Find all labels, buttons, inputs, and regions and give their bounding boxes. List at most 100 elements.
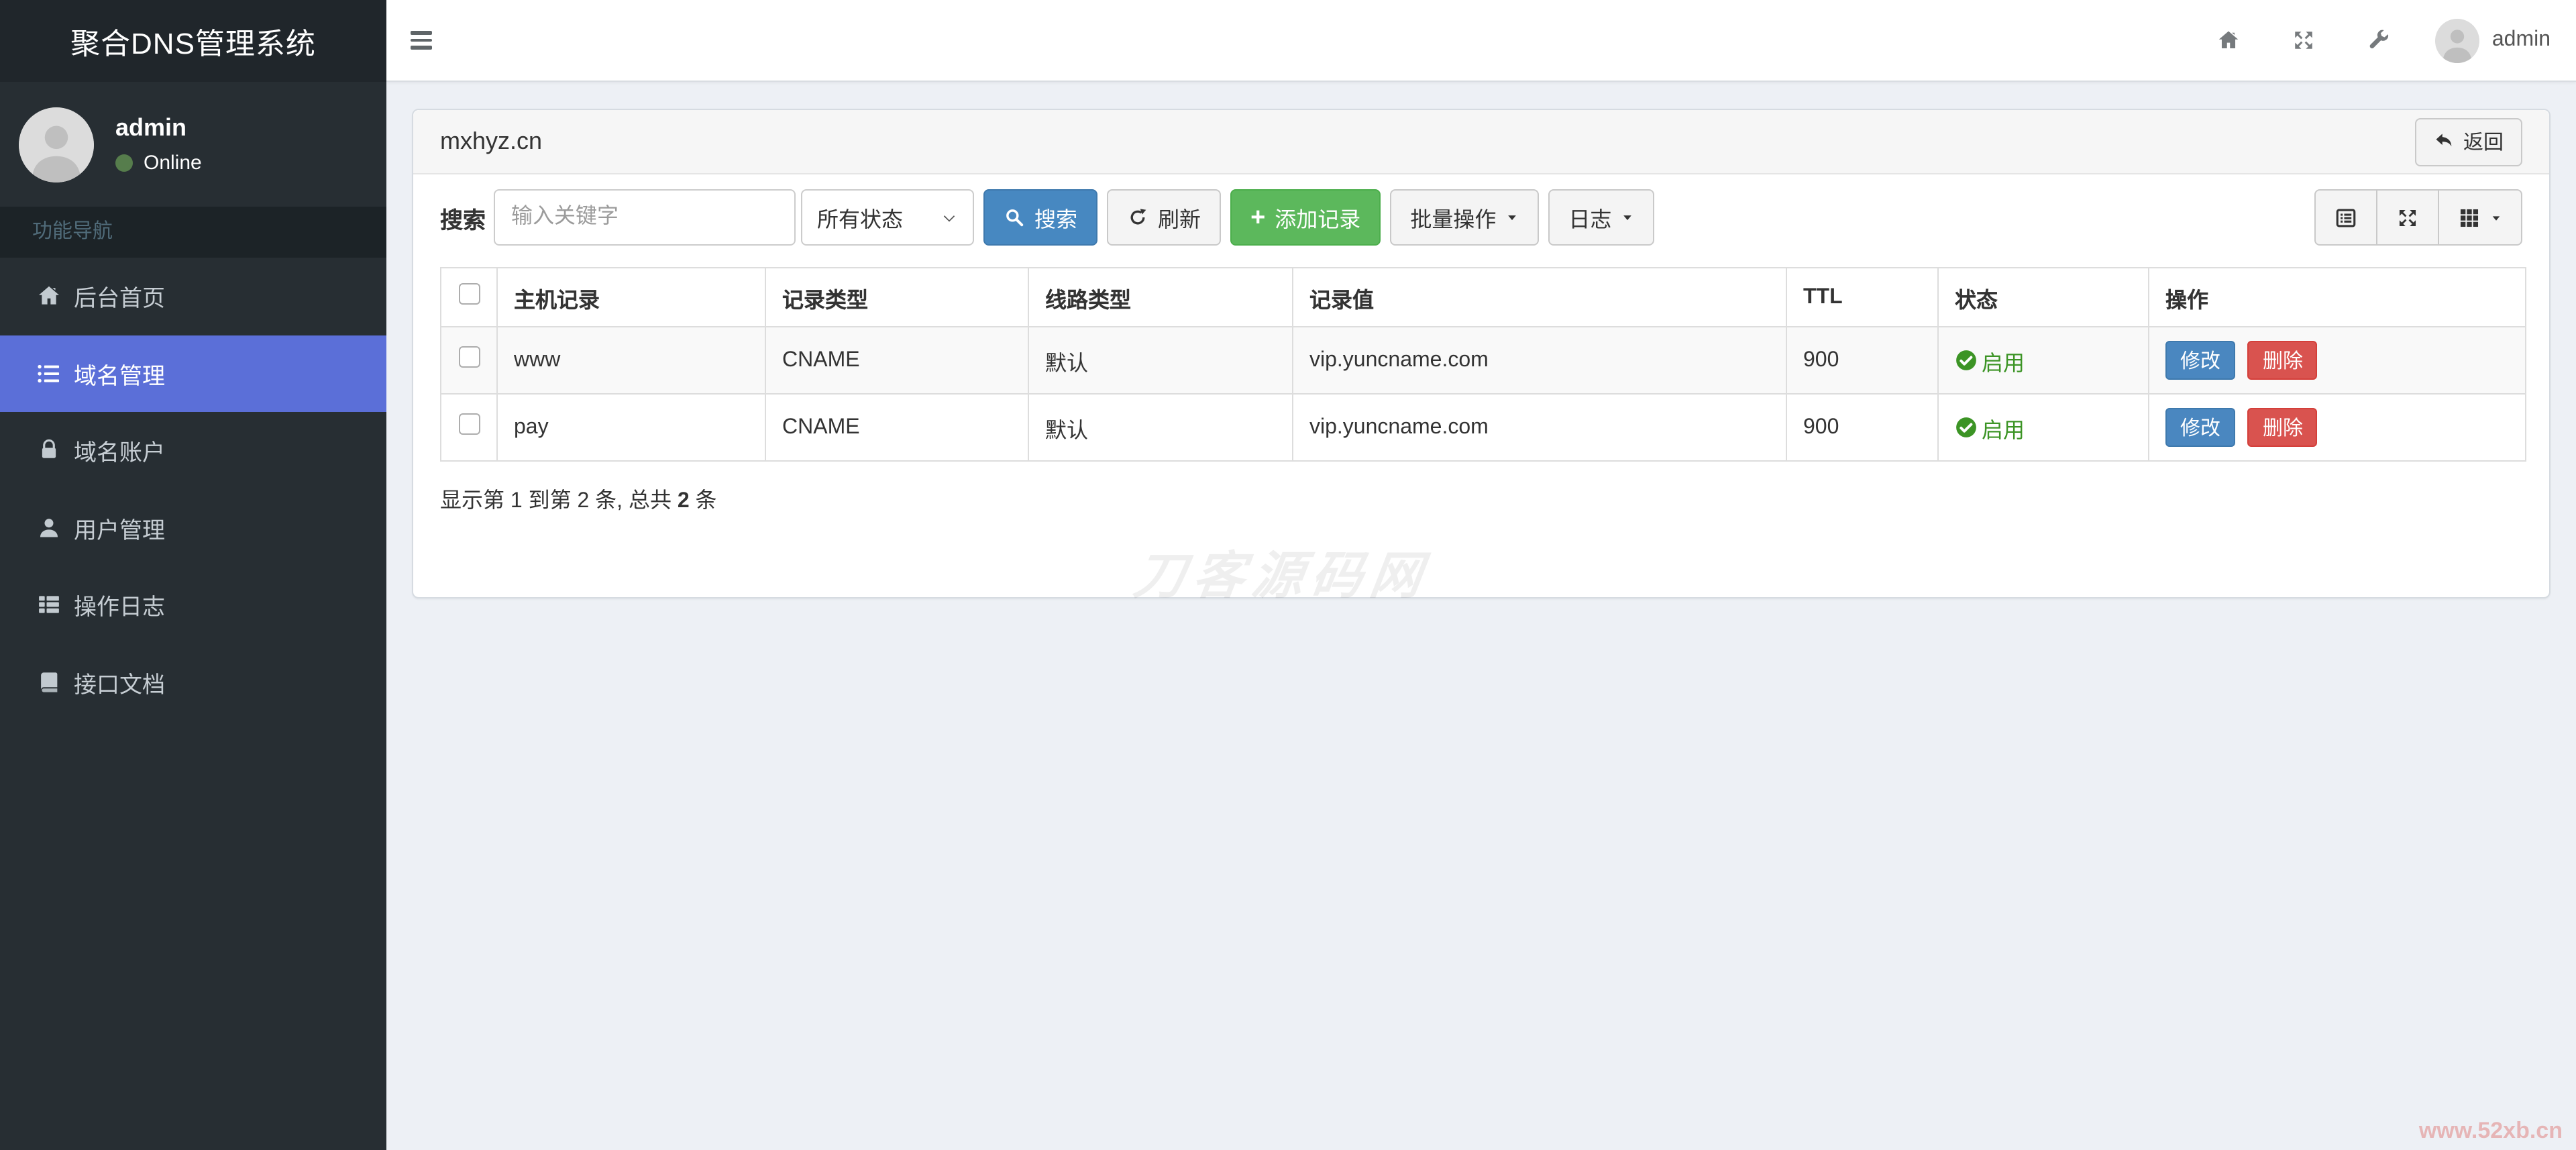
delete-record-button[interactable]: 删除	[2247, 341, 2318, 380]
cell-line: 默认	[1028, 393, 1293, 462]
home-nav-button[interactable]	[2192, 0, 2267, 81]
col-status: 状态	[1937, 267, 2149, 327]
avatar	[19, 107, 94, 182]
sidebar-item-user-manage[interactable]: 用户管理	[0, 489, 386, 566]
page-title: mxhyz.cn	[440, 127, 543, 154]
log-dropdown[interactable]: 日志	[1548, 189, 1655, 246]
search-icon	[1004, 207, 1025, 228]
cell-line: 默认	[1028, 326, 1293, 395]
avatar	[2435, 18, 2480, 62]
batch-actions-dropdown[interactable]: 批量操作	[1390, 189, 1540, 246]
sidebar-item-domain-account[interactable]: 域名账户	[0, 412, 386, 489]
columns-dropdown-button[interactable]	[2439, 189, 2522, 246]
caret-down-icon	[1621, 211, 1634, 224]
col-value: 记录值	[1292, 267, 1787, 327]
row-checkbox[interactable]	[458, 413, 480, 435]
sidebar-item-dashboard[interactable]: 后台首页	[0, 258, 386, 335]
content-area: mxhyz.cn 返回 搜索 所有状态 搜索	[386, 82, 2576, 1150]
sidebar-section-header: 功能导航	[0, 207, 386, 258]
records-toolbar: 搜索 所有状态 搜索 刷新 +	[440, 189, 2522, 246]
back-button[interactable]: 返回	[2414, 117, 2522, 166]
user-meta: admin Online	[115, 114, 202, 174]
columns-grid-icon	[2458, 206, 2481, 229]
cell-ttl: 900	[1786, 326, 1939, 395]
delete-record-button[interactable]: 删除	[2247, 408, 2318, 447]
plus-icon: +	[1250, 203, 1266, 231]
sidebar-toggle-button[interactable]	[411, 23, 445, 58]
pagination-info: 显示第 1 到第 2 条, 总共 2 条	[440, 490, 717, 513]
fullscreen-nav-button[interactable]	[2267, 0, 2342, 81]
col-actions: 操作	[2148, 267, 2526, 327]
col-host: 主机记录	[496, 267, 766, 327]
row-checkbox[interactable]	[458, 346, 480, 368]
table-row: www CNAME 默认 vip.yuncname.com 900 启用 修改 …	[440, 326, 2526, 395]
sidebar-item-domain-manage[interactable]: 域名管理	[0, 335, 386, 412]
table-row: pay CNAME 默认 vip.yuncname.com 900 启用 修改 …	[440, 393, 2526, 462]
search-button[interactable]: 搜索	[983, 189, 1098, 246]
caret-down-icon	[2490, 211, 2502, 223]
user-name: admin	[115, 114, 187, 141]
add-record-button[interactable]: + 添加记录	[1230, 189, 1381, 246]
cell-value: vip.yuncname.com	[1292, 393, 1787, 462]
top-navbar: admin	[386, 0, 2576, 82]
fullscreen-icon	[2292, 28, 2316, 52]
cell-host: pay	[496, 393, 766, 462]
check-circle-icon	[1955, 416, 1978, 439]
refresh-button[interactable]: 刷新	[1107, 189, 1222, 246]
caret-down-icon	[1505, 211, 1519, 224]
list-icon	[35, 360, 62, 387]
domain-records-panel: mxhyz.cn 返回 搜索 所有状态 搜索	[412, 109, 2551, 598]
sidebar-item-operation-log[interactable]: 操作日志	[0, 566, 386, 643]
book-icon	[35, 669, 62, 696]
sidebar-menu: 后台首页 域名管理 域名账户 用户管理 操作日志 接口文档	[0, 258, 386, 721]
cell-value: vip.yuncname.com	[1292, 326, 1787, 395]
panel-body: 搜索 所有状态 搜索 刷新 +	[413, 174, 2549, 514]
detail-view-icon	[2334, 206, 2357, 229]
cell-type: CNAME	[765, 393, 1029, 462]
cell-host: www	[496, 326, 766, 395]
app-window: 聚合DNS管理系统 admin Online 功能导航 后台首页 域名管理 域名…	[0, 0, 2576, 1150]
col-type: 记录类型	[765, 267, 1029, 327]
sidebar-item-api-docs[interactable]: 接口文档	[0, 643, 386, 721]
home-icon	[2217, 28, 2241, 52]
th-list-icon	[35, 592, 62, 619]
edit-record-button[interactable]: 修改	[2165, 341, 2236, 380]
lock-icon	[35, 437, 62, 464]
settings-nav-button[interactable]	[2342, 0, 2417, 81]
edit-record-button[interactable]: 修改	[2165, 408, 2236, 447]
app-logo[interactable]: 聚合DNS管理系统	[0, 0, 386, 82]
sidebar: 聚合DNS管理系统 admin Online 功能导航 后台首页 域名管理 域名…	[0, 0, 386, 1150]
status-badge: 启用	[1955, 411, 2147, 443]
app-title: 聚合DNS管理系统	[70, 26, 316, 60]
online-label: Online	[144, 152, 202, 174]
search-input[interactable]	[494, 189, 796, 246]
dns-records-table: 主机记录 记录类型 线路类型 记录值 TTL 状态 操作 www CNAME 默…	[440, 267, 2526, 462]
col-ttl: TTL	[1786, 267, 1939, 327]
detail-view-button[interactable]	[2314, 189, 2377, 246]
online-dot-icon	[115, 154, 133, 172]
user-status: Online	[115, 152, 202, 174]
sidebar-user-panel: admin Online	[0, 82, 386, 207]
user-icon	[35, 515, 62, 541]
table-header-row: 主机记录 记录类型 线路类型 记录值 TTL 状态 操作	[440, 267, 2526, 327]
user-menu[interactable]: admin	[2417, 18, 2551, 62]
chevron-down-icon	[941, 209, 958, 226]
select-all-checkbox[interactable]	[458, 283, 480, 305]
col-line: 线路类型	[1028, 267, 1293, 327]
refresh-icon	[1127, 207, 1148, 228]
home-icon	[35, 283, 62, 310]
status-badge: 启用	[1955, 344, 2147, 376]
panel-header: mxhyz.cn 返回	[413, 110, 2549, 174]
table-fullscreen-button[interactable]	[2377, 189, 2439, 246]
cell-type: CNAME	[765, 326, 1029, 395]
navbar-right: admin	[2192, 0, 2576, 81]
cell-ttl: 900	[1786, 393, 1939, 462]
navbar-user-name: admin	[2491, 28, 2551, 51]
fullscreen-icon	[2396, 206, 2419, 229]
status-filter-select[interactable]: 所有状态	[801, 189, 974, 246]
table-view-button-group	[2314, 189, 2522, 246]
check-circle-icon	[1955, 349, 1978, 372]
reply-icon	[2434, 132, 2454, 152]
wrench-icon	[2367, 28, 2392, 52]
search-label: 搜索	[440, 207, 486, 233]
